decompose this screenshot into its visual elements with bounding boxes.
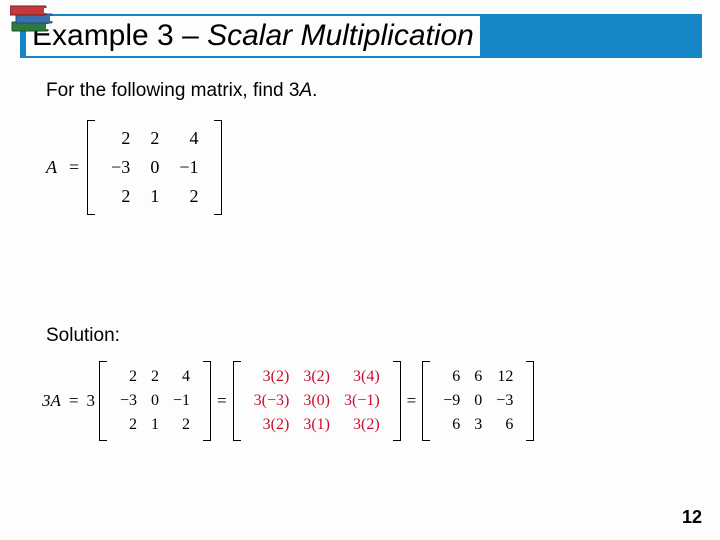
books-icon — [10, 2, 56, 38]
bracket-right-icon — [393, 361, 401, 441]
solution-matrix-step2: 3(2)3(2)3(4) 3(−3)3(0)3(−1) 3(2)3(1)3(2) — [233, 361, 401, 441]
matrix-body-expanded: 3(2)3(2)3(4) 3(−3)3(0)3(−1) 3(2)3(1)3(2) — [241, 361, 393, 441]
title-prefix: Example 3 – — [32, 19, 207, 52]
matrix-a-definition: A = 224 −30−1 212 — [46, 120, 674, 215]
prompt-tail: . — [312, 80, 317, 101]
prompt-var: A — [299, 80, 312, 101]
solution-equation: 3A = 3 224 −30−1 212 = 3(2)3(2)3(4) 3(−3… — [42, 361, 674, 441]
bracket-left-icon — [99, 361, 107, 441]
prompt-lead: For the following matrix, find 3 — [46, 80, 299, 101]
title-bar: Example 3 – Scalar Multiplication — [20, 14, 702, 58]
bracket-right-icon — [526, 361, 534, 441]
matrix-a-lhs: A — [46, 157, 61, 178]
matrix-body: 224 −30−1 212 — [107, 361, 203, 441]
problem-prompt: For the following matrix, find 3A. — [46, 80, 674, 102]
title-italic: Scalar Multiplication — [207, 19, 474, 52]
solution-lhs: 3A — [42, 391, 63, 411]
matrix-body-result: 6612 −90−3 636 — [430, 361, 526, 441]
equals-sign: = — [65, 391, 83, 411]
page-number: 12 — [682, 507, 702, 528]
slide-title: Example 3 – Scalar Multiplication — [26, 16, 480, 56]
bracket-left-icon — [87, 120, 95, 215]
matrix-a-body: 224 −30−1 212 — [95, 120, 214, 215]
equals-sign: = — [403, 391, 421, 411]
equals-sign: = — [213, 391, 231, 411]
solution-heading: Solution: — [46, 325, 674, 347]
equals-sign: = — [65, 157, 83, 178]
bracket-left-icon — [422, 361, 430, 441]
slide-body: For the following matrix, find 3A. A = 2… — [46, 80, 674, 441]
matrix-a: 224 −30−1 212 — [87, 120, 222, 215]
solution-matrix-result: 6612 −90−3 636 — [422, 361, 534, 441]
bracket-right-icon — [214, 120, 222, 215]
bracket-right-icon — [203, 361, 211, 441]
scalar-three: 3 — [84, 391, 97, 411]
bracket-left-icon — [233, 361, 241, 441]
solution-matrix-step1: 224 −30−1 212 — [99, 361, 211, 441]
